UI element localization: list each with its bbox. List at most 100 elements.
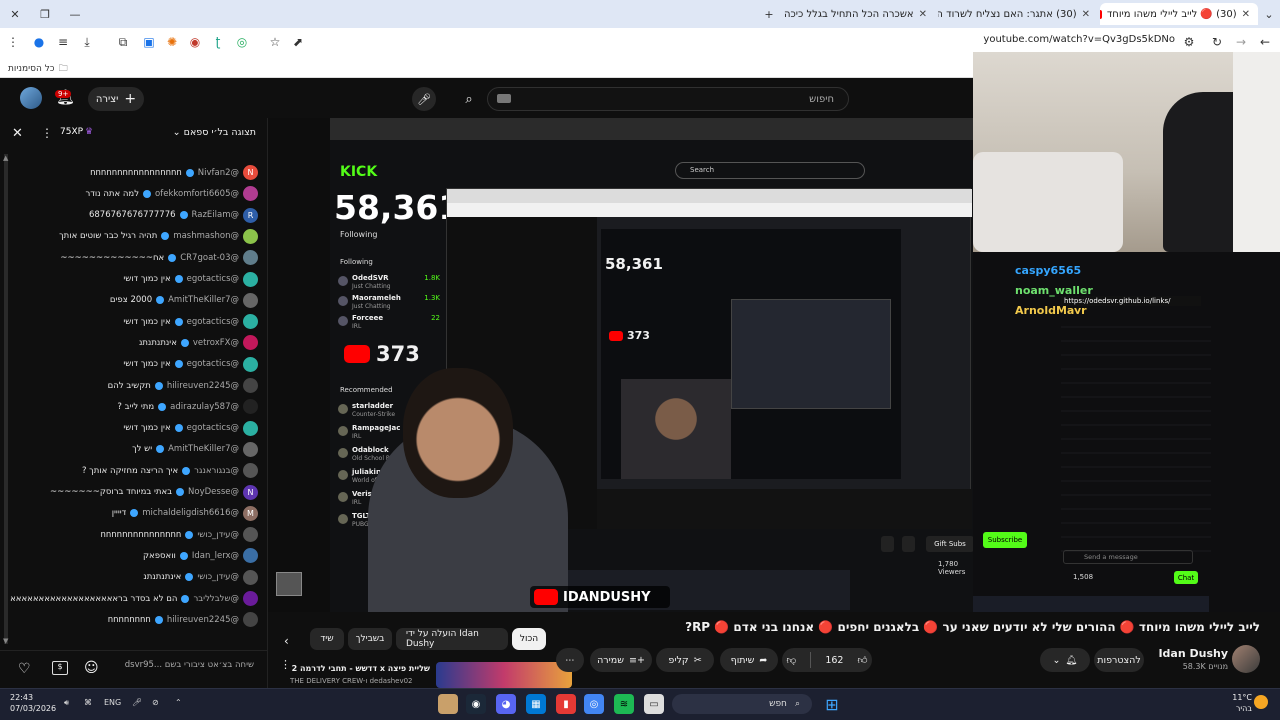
language-indicator[interactable]: ENG bbox=[104, 698, 121, 707]
chat-author[interactable]: @hilireuven2245 bbox=[167, 615, 239, 625]
chat-author[interactable]: @עידן_כושי bbox=[197, 572, 239, 582]
channel-avatar[interactable] bbox=[1232, 645, 1260, 673]
browser-tab-3[interactable]: ✕ אשכרה הכל התחיל בגלל כיכה bbox=[780, 3, 935, 25]
profile-icon[interactable]: ● bbox=[30, 33, 48, 51]
chat-author[interactable]: @עידן_כושי bbox=[197, 530, 239, 540]
chat-avatar[interactable]: N bbox=[243, 484, 258, 500]
chat-avatar[interactable] bbox=[243, 314, 258, 330]
clip-button[interactable]: קליפ ✂ bbox=[656, 648, 714, 672]
new-tab-button[interactable]: + bbox=[758, 4, 780, 24]
minimize-window-button[interactable]: — bbox=[64, 4, 86, 24]
extension-icon[interactable]: ◎ bbox=[233, 33, 251, 51]
weather-sun-icon[interactable] bbox=[1254, 695, 1268, 709]
share-button[interactable]: שיתוף ➦ bbox=[720, 648, 778, 672]
close-chat-icon[interactable]: ✕ bbox=[12, 126, 23, 141]
site-info-icon[interactable]: ⚙ bbox=[1180, 33, 1198, 51]
create-button[interactable]: יצירה + bbox=[88, 87, 144, 111]
chat-avatar[interactable] bbox=[243, 527, 258, 543]
chat-avatar[interactable] bbox=[243, 335, 258, 351]
chip-for-you[interactable]: בשבילך bbox=[348, 628, 392, 650]
chat-author[interactable]: @שלבלליבר bbox=[193, 594, 239, 604]
menu-icon[interactable]: ⋮ bbox=[4, 33, 22, 51]
url-text[interactable]: youtube.com/watch?v=Qv3gDs5kDNo bbox=[900, 34, 1175, 50]
chat-author[interactable]: @egotactics bbox=[187, 274, 239, 284]
scroll-down-icon[interactable]: ▼ bbox=[3, 637, 8, 645]
maximize-window-button[interactable]: ❐ bbox=[34, 4, 56, 24]
chat-avatar[interactable]: M bbox=[243, 505, 258, 521]
all-bookmarks[interactable]: כל הסימניות 🗀 bbox=[8, 61, 68, 77]
chat-scrollbar[interactable] bbox=[4, 154, 8, 644]
channel-name[interactable]: Idan Dushy bbox=[1150, 647, 1228, 660]
discord-icon[interactable]: ◕ bbox=[496, 694, 516, 714]
speaker-icon[interactable]: 🔊︎ bbox=[64, 698, 69, 708]
close-window-button[interactable]: ✕ bbox=[4, 4, 26, 24]
network-icon[interactable]: ⌘ bbox=[84, 698, 92, 707]
keyboard-icon[interactable] bbox=[497, 94, 511, 103]
mic-icon[interactable]: 🎤︎ bbox=[132, 698, 142, 707]
chat-author[interactable]: @michaldeligdish6616 bbox=[142, 508, 239, 518]
chat-avatar[interactable] bbox=[243, 399, 258, 415]
video-player[interactable]: KICK Search 58,361 Following Following O… bbox=[268, 118, 973, 612]
steam-icon[interactable]: ◉ bbox=[466, 694, 486, 714]
chevron-left-icon[interactable]: ‹ bbox=[284, 634, 289, 648]
taskbar-app-icon[interactable]: ▮ bbox=[556, 694, 576, 714]
search-icon[interactable]: ⌕ bbox=[456, 87, 482, 111]
bookmark-star-icon[interactable]: ☆ bbox=[266, 33, 284, 51]
search-input[interactable]: חיפוש bbox=[487, 87, 849, 111]
chat-author[interactable]: @AmitTheKiller7 bbox=[168, 444, 239, 454]
chat-author[interactable]: @NoyDesse bbox=[188, 487, 239, 497]
chrome-icon[interactable]: ◎ bbox=[584, 694, 604, 714]
chat-input[interactable]: שיחה בצ׳אט ציבורי בשם ...dsvr95 bbox=[104, 660, 254, 670]
chat-author[interactable]: @egotactics bbox=[187, 423, 239, 433]
extensions-icon[interactable]: ⧉ bbox=[114, 33, 132, 51]
forward-icon[interactable]: → bbox=[1232, 33, 1250, 51]
chat-author[interactable]: @mashmashon bbox=[173, 231, 239, 241]
extension-icon[interactable]: ✺ bbox=[163, 33, 181, 51]
chat-avatar[interactable] bbox=[243, 441, 258, 457]
next-video-thumbnail[interactable] bbox=[436, 662, 572, 688]
close-icon[interactable]: ✕ bbox=[1082, 9, 1090, 20]
chip-uploaded-by[interactable]: הועלה על ידי Idan Dushy bbox=[396, 628, 508, 650]
voice-search-icon[interactable]: 🎤︎ bbox=[412, 87, 436, 111]
chip-partial[interactable]: שיד bbox=[310, 628, 344, 650]
chat-author[interactable]: @ofekkomforti6605 bbox=[155, 189, 239, 199]
emoji-icon[interactable]: ☺ bbox=[84, 660, 99, 676]
chat-author[interactable]: @egotactics bbox=[187, 317, 239, 327]
close-icon[interactable]: ✕ bbox=[919, 9, 927, 20]
windows-start-icon[interactable]: ⊞ bbox=[822, 694, 842, 714]
scroll-up-icon[interactable]: ▲ bbox=[3, 154, 8, 162]
taskbar-app-icon[interactable] bbox=[438, 694, 458, 714]
open-in-app-icon[interactable]: ⬈ bbox=[289, 33, 307, 51]
tab-search-icon[interactable]: ⌄ bbox=[1258, 4, 1280, 24]
reading-list-icon[interactable]: ≡ bbox=[54, 33, 72, 51]
file-explorer-icon[interactable]: ▭ bbox=[644, 694, 664, 714]
join-button[interactable]: להצטרפות bbox=[1094, 648, 1144, 672]
more-actions-button[interactable]: ⋯ bbox=[556, 648, 584, 672]
chat-avatar[interactable] bbox=[243, 292, 258, 308]
extension-icon[interactable]: ▣ bbox=[140, 33, 158, 51]
chat-avatar[interactable]: R bbox=[243, 207, 258, 223]
chat-avatar[interactable] bbox=[243, 420, 258, 436]
chat-author[interactable]: @Nivfan2 bbox=[198, 168, 239, 178]
chat-avatar[interactable] bbox=[243, 250, 258, 266]
chat-avatar[interactable] bbox=[243, 569, 258, 585]
chat-mode-dropdown[interactable]: ⌄ תצוגה בל׳י ספאם bbox=[168, 127, 256, 138]
like-dislike-group[interactable]: 👎︎ 162 👍︎ bbox=[782, 648, 872, 672]
xp-badge[interactable]: 75XP ♛ bbox=[60, 127, 93, 137]
chat-avatar[interactable] bbox=[243, 228, 258, 244]
weather-widget[interactable]: 11°C בהיר bbox=[1222, 692, 1252, 714]
chat-avatar[interactable] bbox=[243, 463, 258, 479]
chat-avatar[interactable] bbox=[243, 591, 258, 606]
more-options-icon[interactable]: ⋮ bbox=[41, 126, 53, 140]
heart-icon[interactable]: ♡ bbox=[18, 661, 31, 677]
chat-avatar[interactable] bbox=[243, 378, 258, 393]
chat-author[interactable]: @CR7goat-03 bbox=[180, 253, 239, 263]
extension-icon[interactable]: ʈ bbox=[209, 33, 227, 51]
save-button[interactable]: שמירה ≡+ bbox=[590, 648, 652, 672]
chat-author[interactable]: @RazEilam bbox=[192, 210, 239, 220]
chat-author[interactable]: @adirazulay587 bbox=[170, 402, 239, 412]
spotify-icon[interactable]: ≋ bbox=[614, 694, 634, 714]
extension-icon[interactable]: ◉ bbox=[186, 33, 204, 51]
tray-expand-icon[interactable]: ⌃ bbox=[175, 698, 182, 707]
chat-avatar[interactable] bbox=[243, 186, 258, 202]
